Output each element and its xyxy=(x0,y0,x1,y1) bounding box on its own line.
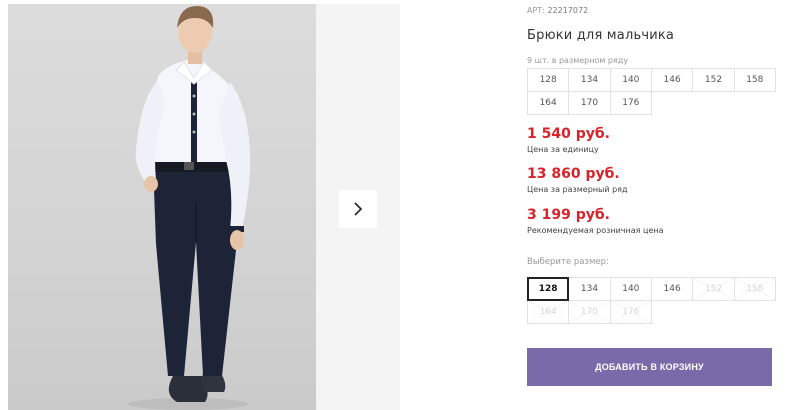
size-option-134[interactable]: 134 xyxy=(568,277,611,301)
size-option-152: 152 xyxy=(692,277,735,301)
sku-line: АРТ: 22217072 xyxy=(527,6,588,15)
product-photo[interactable] xyxy=(8,4,316,410)
pack-size-cell: 176 xyxy=(609,91,652,115)
pack-size-cell: 164 xyxy=(527,91,570,115)
boy-in-uniform-image xyxy=(128,6,251,410)
size-option-164: 164 xyxy=(527,300,570,324)
pack-size-cell: 152 xyxy=(692,68,735,92)
pack-size-cell: 170 xyxy=(568,91,611,115)
sku-value: 22217072 xyxy=(547,6,589,15)
size-option-128[interactable]: 128 xyxy=(527,277,570,301)
product-gallery xyxy=(0,0,400,410)
retail-price: 3 199 руб. xyxy=(527,207,610,223)
pack-note: 9 шт. в размерном ряду xyxy=(527,56,629,65)
pack-sizes-grid: 128 134 140 146 152 158 164 170 176 xyxy=(527,68,776,115)
size-option-158: 158 xyxy=(733,277,776,301)
size-picker: 128 134 140 146 152 158 164 170 176 xyxy=(527,277,776,324)
pack-size-cell: 128 xyxy=(527,68,570,92)
pack-price-label: Цена за размерный ряд xyxy=(527,185,628,194)
size-option-170: 170 xyxy=(568,300,611,324)
size-option-146[interactable]: 146 xyxy=(650,277,694,301)
pack-size-cell: 158 xyxy=(733,68,776,92)
chevron-right-icon xyxy=(354,202,363,216)
pack-size-cell: 134 xyxy=(568,68,611,92)
size-option-140[interactable]: 140 xyxy=(609,277,652,301)
add-to-cart-button[interactable]: ДОБАВИТЬ В КОРЗИНУ xyxy=(527,348,772,386)
pack-price: 13 860 руб. xyxy=(527,166,620,182)
sku-label: АРТ: xyxy=(527,6,545,15)
size-option-176: 176 xyxy=(609,300,652,324)
retail-price-label: Рекомендуемая розничная цена xyxy=(527,226,664,235)
unit-price-label: Цена за единицу xyxy=(527,145,599,154)
size-picker-label: Выберите размер: xyxy=(527,257,609,267)
pack-size-cell: 146 xyxy=(650,68,694,92)
product-title: Брюки для мальчика xyxy=(527,28,675,43)
unit-price: 1 540 руб. xyxy=(527,126,610,142)
next-image-button[interactable] xyxy=(339,190,377,228)
pack-size-cell: 140 xyxy=(609,68,652,92)
